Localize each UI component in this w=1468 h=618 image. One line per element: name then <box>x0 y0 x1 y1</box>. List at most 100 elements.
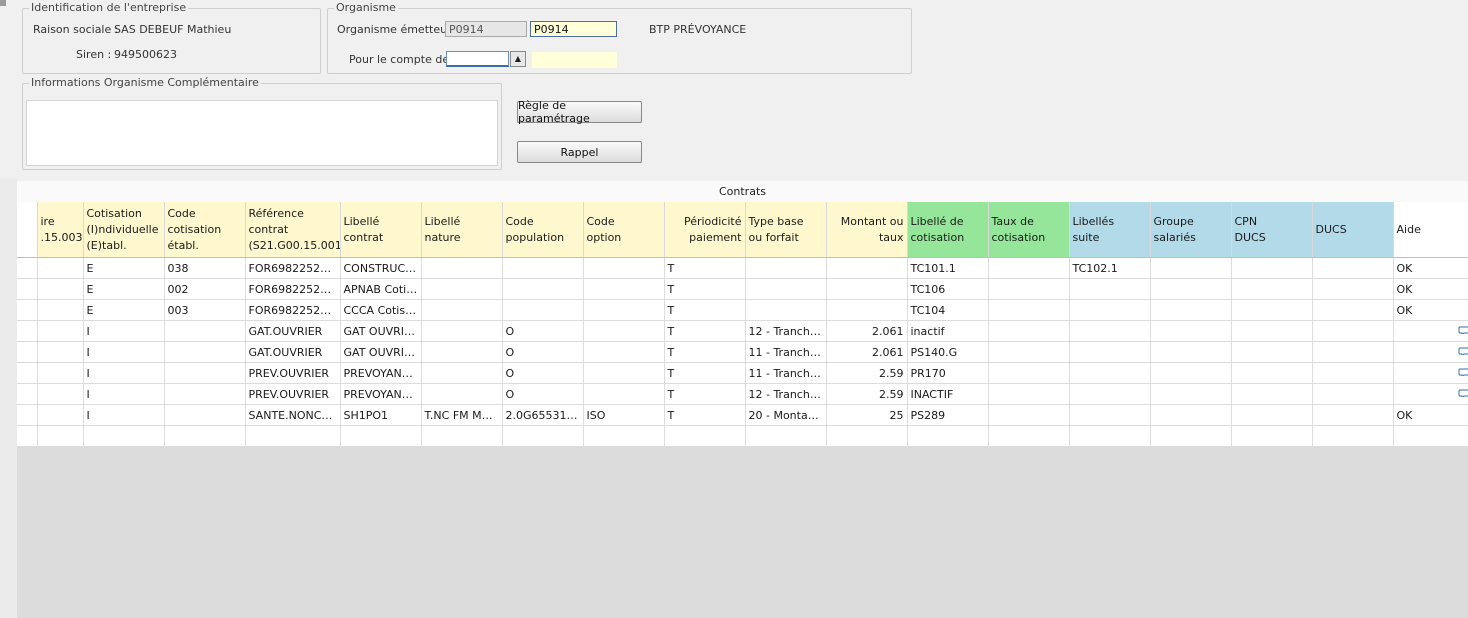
table-cell[interactable]: OK <box>1393 404 1468 426</box>
table-cell[interactable]: 2.061 <box>826 320 908 342</box>
table-cell[interactable] <box>1231 362 1313 384</box>
table-cell[interactable]: CCCA Cotisation <box>340 299 422 321</box>
table-cell[interactable] <box>421 383 503 405</box>
table-cell[interactable]: TC101.1 <box>907 257 989 279</box>
column-header[interactable]: CPN DUCS <box>1231 202 1313 258</box>
table-cell[interactable]: GAT.OUVRIER <box>245 320 341 342</box>
table-cell[interactable] <box>502 257 584 279</box>
table-cell[interactable] <box>1312 362 1394 384</box>
table-cell[interactable] <box>583 383 665 405</box>
table-cell[interactable] <box>1150 320 1232 342</box>
table-cell[interactable] <box>1150 257 1232 279</box>
table-cell[interactable] <box>583 320 665 342</box>
table-cell[interactable]: PS140.G <box>907 341 989 363</box>
table-cell[interactable] <box>1150 362 1232 384</box>
table-cell[interactable] <box>583 425 665 447</box>
pour-le-compte-dropdown-button[interactable]: ▲ <box>510 51 526 67</box>
comment-icon[interactable] <box>1458 325 1468 334</box>
table-cell[interactable] <box>1069 341 1151 363</box>
table-cell[interactable]: T <box>664 257 746 279</box>
row-selector[interactable] <box>17 257 38 279</box>
table-cell[interactable] <box>164 362 246 384</box>
table-cell[interactable]: I <box>83 383 165 405</box>
table-cell[interactable] <box>37 383 84 405</box>
table-cell[interactable] <box>37 278 84 300</box>
table-cell[interactable] <box>164 425 246 447</box>
table-cell[interactable]: OK <box>1393 257 1468 279</box>
table-cell[interactable]: OK <box>1393 299 1468 321</box>
table-cell[interactable]: APNAB Cotisation <box>340 278 422 300</box>
column-header[interactable]: Code population <box>502 202 584 258</box>
table-cell[interactable] <box>745 425 827 447</box>
table-cell[interactable]: 2.59 <box>826 362 908 384</box>
table-cell[interactable]: PS289 <box>907 404 989 426</box>
table-cell[interactable]: I <box>83 362 165 384</box>
table-cell[interactable] <box>421 320 503 342</box>
table-cell[interactable] <box>988 383 1070 405</box>
column-header[interactable]: Code cotisation établ. <box>164 202 246 258</box>
table-cell[interactable]: T.NC FM MENSUEL <box>421 404 503 426</box>
table-cell[interactable] <box>988 299 1070 321</box>
table-cell[interactable]: 002 <box>164 278 246 300</box>
column-header[interactable]: Aide <box>1393 202 1468 258</box>
table-cell[interactable] <box>421 425 503 447</box>
table-cell[interactable]: PREV.OUVRIER <box>245 362 341 384</box>
table-cell[interactable] <box>37 425 84 447</box>
column-header[interactable]: ire .15.003) <box>37 202 84 258</box>
table-cell[interactable] <box>1312 257 1394 279</box>
table-cell[interactable] <box>826 299 908 321</box>
table-cell[interactable] <box>1069 362 1151 384</box>
column-header[interactable]: Libellé nature <box>421 202 503 258</box>
table-cell[interactable] <box>907 425 989 447</box>
regle-parametrage-button[interactable]: Règle de paramétrage <box>517 99 642 125</box>
column-header[interactable]: Référence contrat (S21.G00.15.001) <box>245 202 341 258</box>
table-cell[interactable] <box>164 341 246 363</box>
table-cell[interactable] <box>583 278 665 300</box>
table-cell[interactable]: 11 - Tranche A <box>745 362 827 384</box>
table-row[interactable]: I PREV.OUVRIER PREVOYANCE OUVRIERS O T 11 - T… <box>17 362 1468 384</box>
table-cell[interactable] <box>1231 278 1313 300</box>
table-cell[interactable] <box>1150 278 1232 300</box>
table-cell[interactable] <box>826 257 908 279</box>
table-cell[interactable]: 2.061 <box>826 341 908 363</box>
table-cell[interactable] <box>83 425 165 447</box>
table-cell[interactable]: ISO <box>583 404 665 426</box>
table-cell[interactable] <box>164 320 246 342</box>
table-cell[interactable] <box>502 299 584 321</box>
table-cell[interactable] <box>583 299 665 321</box>
table-cell[interactable] <box>37 404 84 426</box>
table-cell[interactable] <box>1150 383 1232 405</box>
table-cell[interactable]: I <box>83 341 165 363</box>
table-cell[interactable] <box>664 425 746 447</box>
table-cell[interactable]: GAT OUVRIERS <box>340 320 422 342</box>
table-cell[interactable]: E <box>83 299 165 321</box>
table-cell[interactable] <box>421 257 503 279</box>
table-cell[interactable] <box>1150 341 1232 363</box>
table-cell[interactable] <box>164 404 246 426</box>
column-header[interactable]: Groupe salariés <box>1150 202 1232 258</box>
table-cell[interactable]: TC106 <box>907 278 989 300</box>
table-cell[interactable] <box>1069 299 1151 321</box>
table-cell[interactable] <box>421 341 503 363</box>
table-cell[interactable]: OK <box>1393 278 1468 300</box>
table-cell[interactable]: FOR69822521.015 <box>245 257 341 279</box>
table-cell[interactable] <box>1231 404 1313 426</box>
table-cell[interactable]: I <box>83 320 165 342</box>
table-cell[interactable]: 20 - Montant forfaitaire <box>745 404 827 426</box>
table-cell[interactable]: PREVOYANCE OUVRIERS <box>340 362 422 384</box>
table-cell[interactable]: PREV.OUVRIER <box>245 383 341 405</box>
table-cell[interactable] <box>1312 320 1394 342</box>
table-cell[interactable] <box>1231 320 1313 342</box>
table-cell[interactable] <box>421 299 503 321</box>
table-cell[interactable] <box>745 278 827 300</box>
comment-icon[interactable] <box>1458 388 1468 397</box>
table-cell[interactable]: E <box>83 257 165 279</box>
table-cell[interactable] <box>988 362 1070 384</box>
table-cell[interactable] <box>583 341 665 363</box>
table-cell[interactable] <box>340 425 422 447</box>
table-cell[interactable] <box>1231 383 1313 405</box>
column-header[interactable]: DUCS <box>1312 202 1394 258</box>
table-cell[interactable] <box>1312 278 1394 300</box>
table-cell[interactable]: T <box>664 320 746 342</box>
table-cell[interactable] <box>37 299 84 321</box>
